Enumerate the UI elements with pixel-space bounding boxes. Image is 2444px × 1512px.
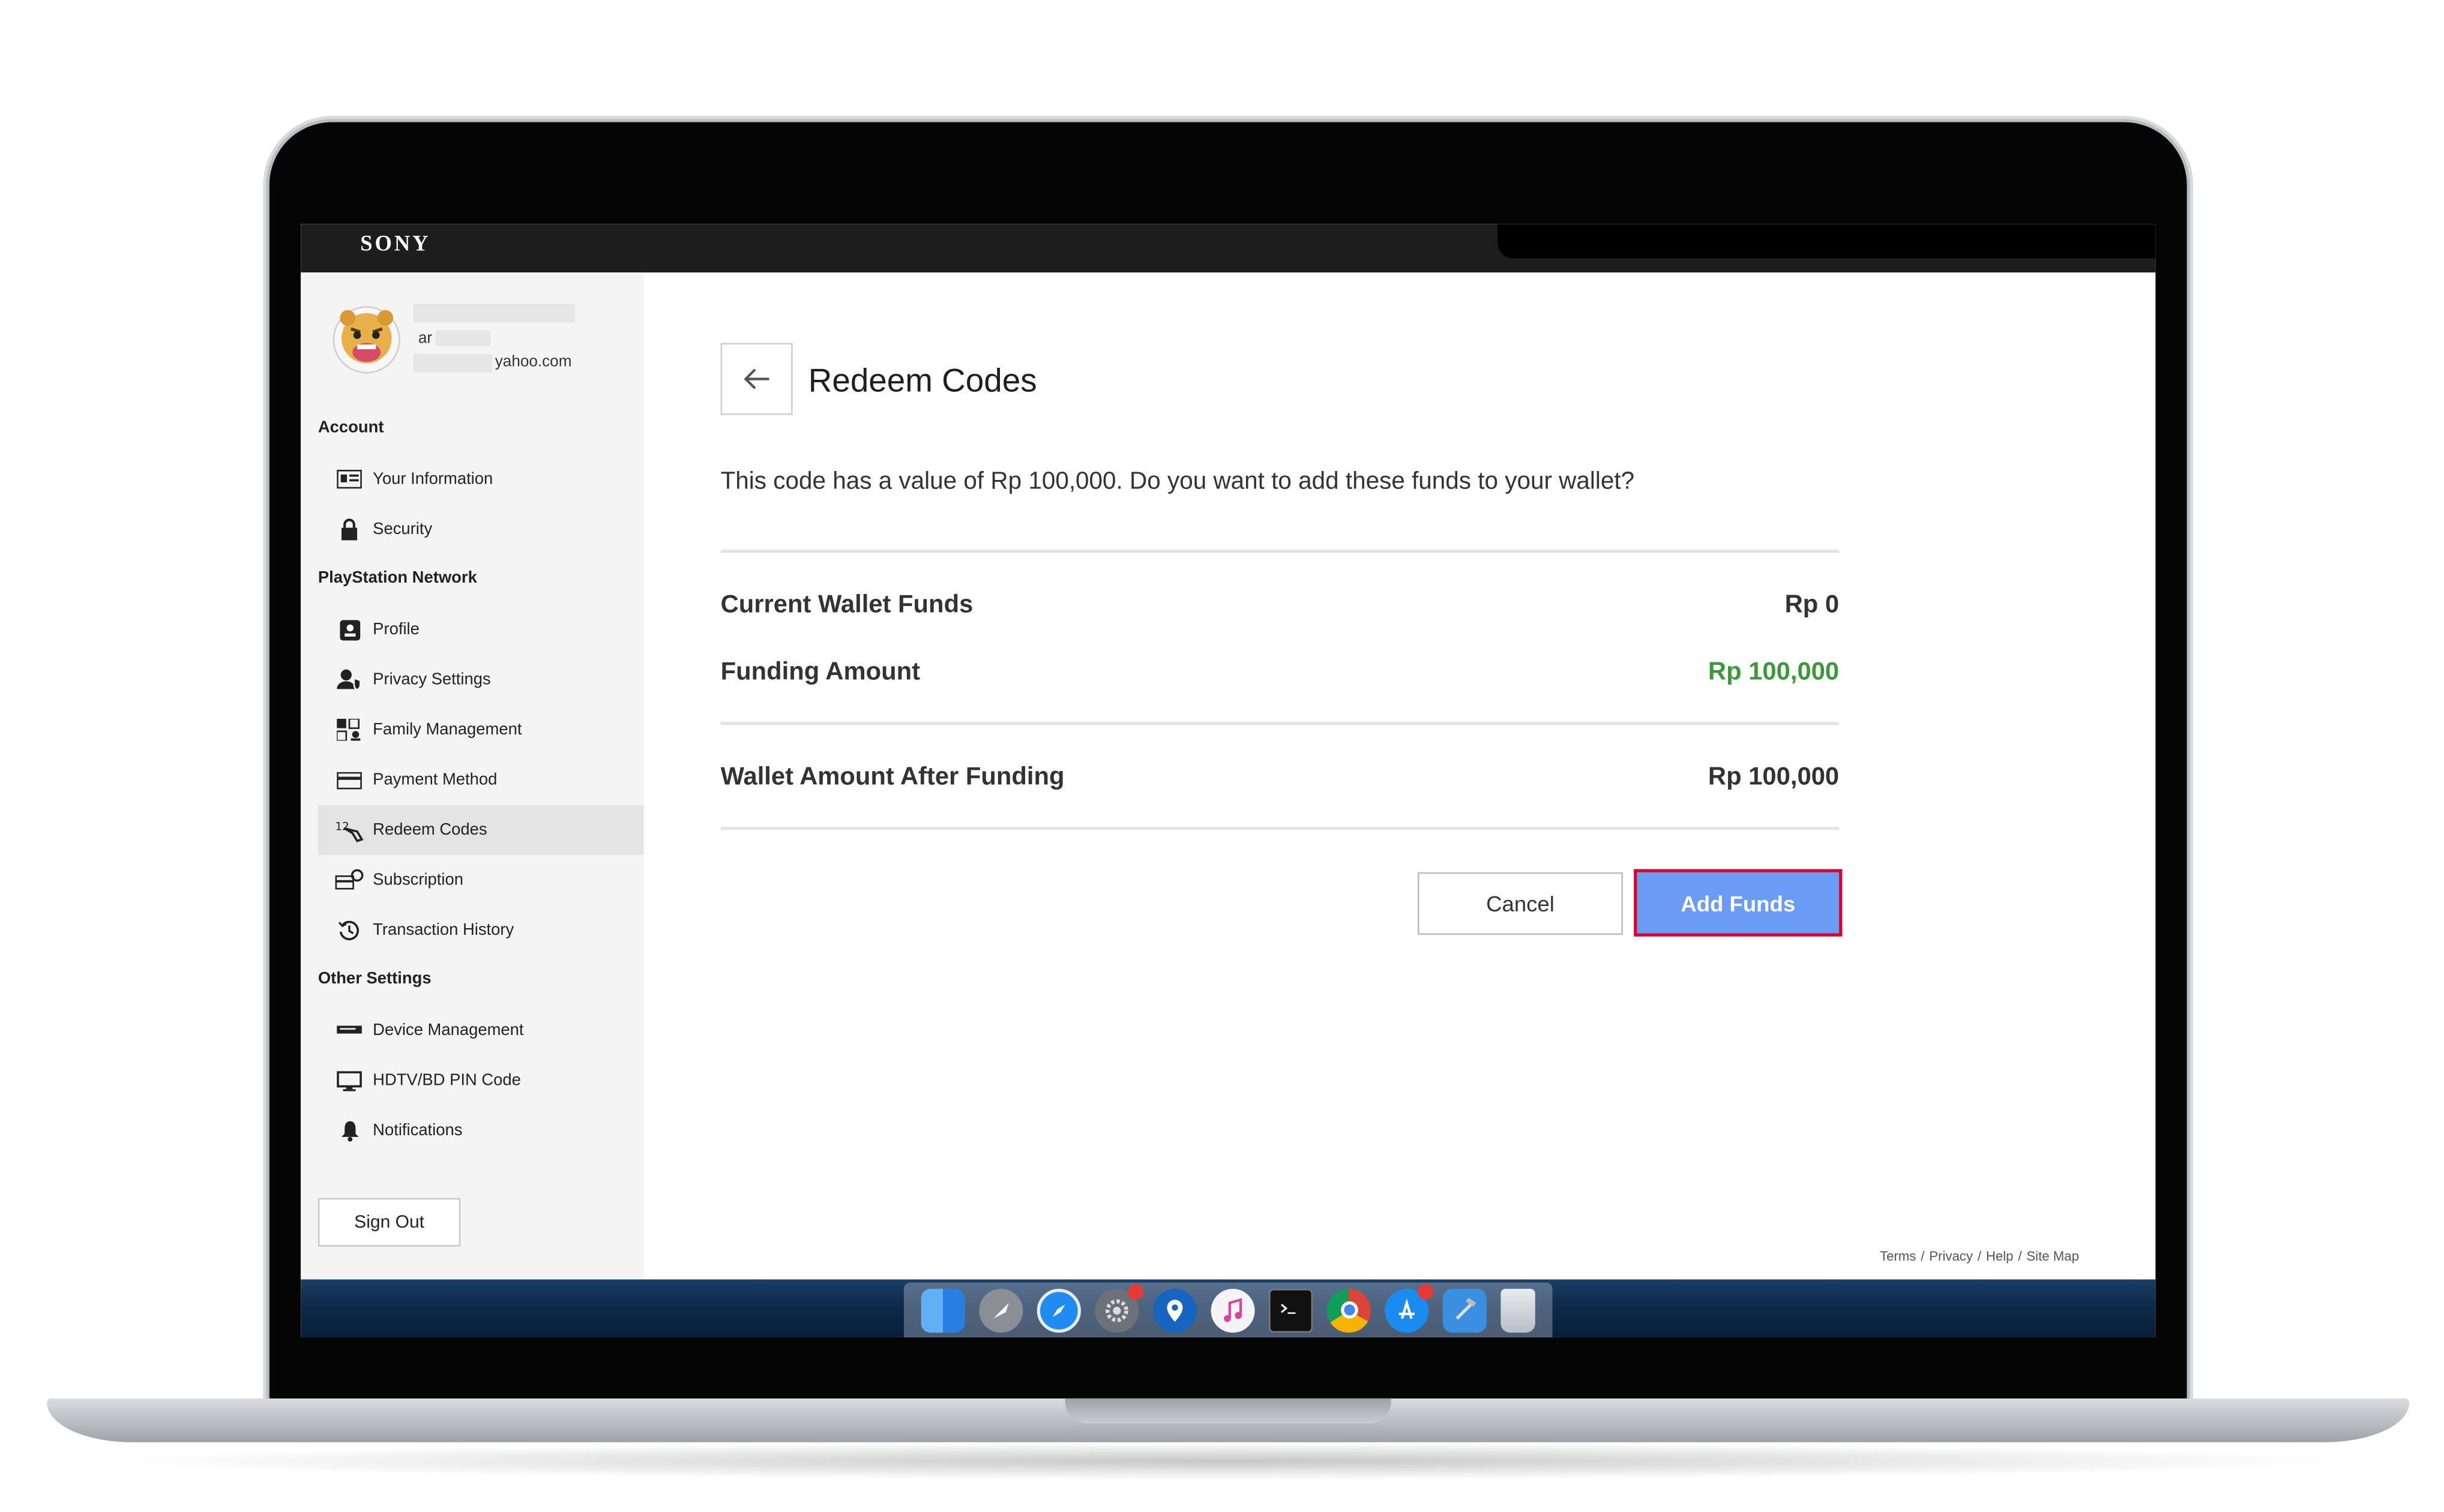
laptop-mockup: SONY ar yahoo.com Account Your Informati… [0, 0, 2444, 1511]
top-bar: SONY [301, 224, 2156, 273]
sidebar-item-privacy-settings[interactable]: Privacy Settings [318, 655, 644, 705]
chrome-icon[interactable] [1326, 1288, 1371, 1332]
sidebar-item-label: Transaction History [373, 920, 514, 940]
finder-icon[interactable] [920, 1288, 965, 1332]
funding-amount-label: Funding Amount [720, 659, 921, 686]
footer-link-terms[interactable]: Terms [1880, 1248, 1916, 1264]
safari-icon[interactable] [1037, 1288, 1081, 1332]
device-icon [336, 1018, 364, 1043]
wallet-after-label: Wallet Amount After Funding [720, 764, 1065, 791]
section-title-other-settings: Other Settings [318, 969, 432, 988]
funding-amount-value: Rp 100,000 [1708, 659, 1840, 686]
sidebar-item-payment-method[interactable]: Payment Method [318, 755, 644, 805]
page-title: Redeem Codes [808, 363, 1037, 400]
redeem-icon: 12 [336, 817, 364, 842]
sidebar-item-label: Notifications [373, 1121, 463, 1141]
id-card-icon [336, 467, 364, 492]
sidebar: ar yahoo.com Account Your Information Se… [301, 272, 644, 1280]
footer-links: Terms / Privacy / Help / Site Map [1879, 1248, 2079, 1264]
footer-link-privacy[interactable]: Privacy [1929, 1248, 1973, 1264]
sidebar-item-label: HDTV/BD PIN Code [373, 1071, 521, 1090]
system-preferences-icon[interactable] [1094, 1283, 1143, 1332]
cancel-button[interactable]: Cancel [1418, 872, 1623, 935]
sidebar-item-label: Security [373, 520, 433, 539]
current-wallet-value: Rp 0 [1784, 592, 1840, 619]
maps-pin-icon[interactable] [1152, 1288, 1197, 1332]
sidebar-item-hdtv-pin[interactable]: HDTV/BD PIN Code [318, 1055, 644, 1106]
sidebar-item-security[interactable]: Security [318, 504, 644, 554]
section-title-psn: PlayStation Network [318, 568, 477, 587]
notification-badge [1127, 1283, 1143, 1299]
divider [720, 722, 1840, 725]
divider [720, 827, 1840, 830]
sidebar-item-label: Your Information [373, 469, 493, 489]
redacted-name [414, 304, 575, 323]
privacy-icon [336, 667, 364, 692]
credit-card-icon [336, 767, 364, 793]
terminal-icon[interactable] [1269, 1288, 1313, 1332]
add-funds-button[interactable]: Add Funds [1634, 869, 1843, 937]
sidebar-item-device-management[interactable]: Device Management [318, 1006, 644, 1056]
sidebar-item-label: Profile [373, 620, 420, 639]
profile-icon [336, 617, 364, 642]
user-email: yahoo.com [495, 353, 572, 371]
sony-logo: SONY [360, 233, 431, 257]
music-icon[interactable] [1211, 1288, 1255, 1332]
sidebar-item-label: Device Management [373, 1021, 524, 1040]
history-icon [336, 917, 364, 943]
back-button[interactable] [720, 343, 793, 415]
bell-icon [336, 1118, 364, 1144]
family-icon [336, 717, 364, 742]
trash-icon[interactable] [1501, 1288, 1536, 1332]
confirmation-message: This code has a value of Rp 100,000. Do … [720, 468, 1635, 495]
sign-out-button[interactable]: Sign Out [318, 1198, 461, 1247]
divider [720, 550, 1840, 553]
user-name: ar [418, 330, 433, 348]
sidebar-item-family-management[interactable]: Family Management [318, 705, 644, 755]
sidebar-item-profile[interactable]: Profile [318, 604, 644, 655]
launchpad-icon[interactable] [978, 1288, 1023, 1332]
subscription-icon [335, 868, 364, 893]
arrow-left-icon [744, 368, 769, 389]
section-title-account: Account [318, 418, 384, 437]
current-wallet-label: Current Wallet Funds [720, 592, 974, 619]
sidebar-item-label: Privacy Settings [373, 670, 491, 689]
app-store-icon[interactable] [1385, 1283, 1434, 1332]
notification-badge [1418, 1283, 1434, 1299]
lock-icon [336, 517, 364, 542]
laptop-notch [1065, 1398, 1391, 1424]
footer-link-site-map[interactable]: Site Map [2026, 1248, 2079, 1264]
redacted-email-part [414, 353, 492, 373]
sidebar-item-your-information[interactable]: Your Information [318, 454, 644, 505]
redacted-area [1497, 224, 2156, 259]
avatar-icon [333, 306, 400, 374]
xcode-icon[interactable] [1443, 1288, 1487, 1332]
monitor-icon [336, 1068, 364, 1093]
sidebar-item-label: Redeem Codes [373, 820, 487, 839]
dock [903, 1282, 1553, 1337]
wallet-after-value: Rp 100,000 [1708, 764, 1840, 791]
footer-link-help[interactable]: Help [1986, 1248, 2014, 1264]
sidebar-item-label: Family Management [373, 720, 522, 739]
redacted-name-part [435, 330, 490, 346]
laptop-shadow [94, 1442, 2362, 1480]
sidebar-item-subscription[interactable]: Subscription [318, 855, 644, 905]
sidebar-item-label: Payment Method [373, 770, 498, 790]
sidebar-item-redeem-codes[interactable]: 12 Redeem Codes [318, 805, 644, 856]
sidebar-item-notifications[interactable]: Notifications [318, 1106, 644, 1156]
sidebar-item-transaction-history[interactable]: Transaction History [318, 905, 644, 956]
screen: SONY ar yahoo.com Account Your Informati… [301, 224, 2156, 1337]
sidebar-item-label: Subscription [373, 871, 463, 890]
